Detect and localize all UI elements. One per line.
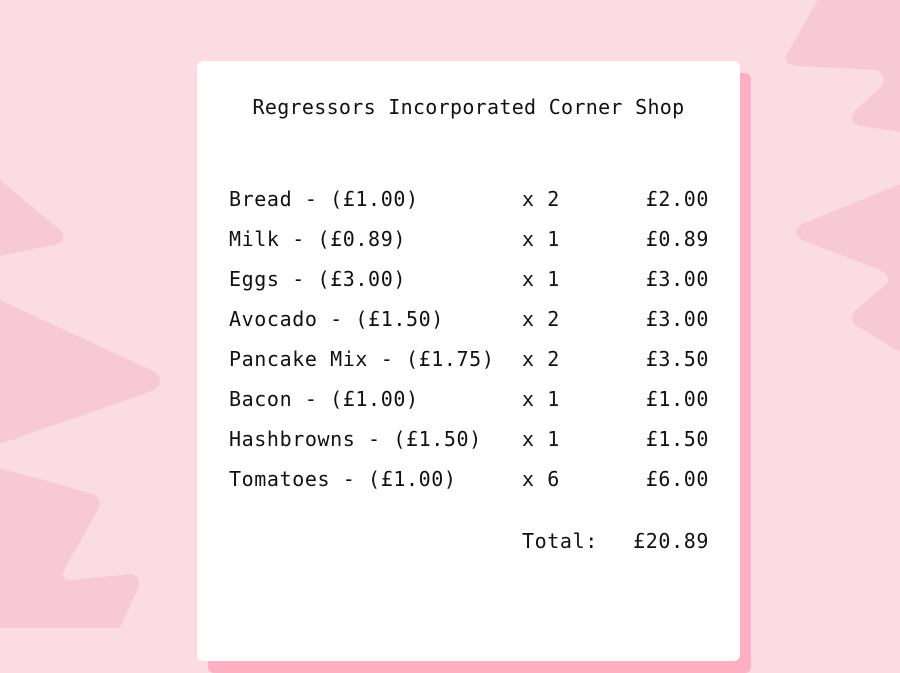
total-value: £20.89 (633, 529, 709, 553)
item-row: Milk - (£0.89) x 1 £0.89 (229, 227, 709, 267)
bg-shape-left-middle (0, 300, 161, 444)
item-quantity: x 1 (522, 427, 560, 451)
item-name: Hashbrowns - (£1.50) (229, 427, 482, 451)
item-name: Avocado - (£1.50) (229, 307, 444, 331)
item-quantity: x 6 (522, 467, 560, 491)
item-list: Bread - (£1.00) x 2 £2.00 Milk - (£0.89)… (229, 187, 709, 507)
item-line-total: £6.00 (645, 467, 709, 491)
total-label: Total: (522, 529, 598, 553)
item-quantity: x 1 (522, 267, 560, 291)
item-line-total: £2.00 (645, 187, 709, 211)
item-quantity: x 2 (522, 347, 560, 371)
item-name: Tomatoes - (£1.00) (229, 467, 457, 491)
item-line-total: £1.50 (645, 427, 709, 451)
total-row: Total: £20.89 (522, 529, 709, 625)
item-line-total: £1.00 (645, 387, 709, 411)
bg-shape-left-bottom (0, 468, 139, 628)
bg-shape-left-top (0, 180, 64, 256)
item-name: Bacon - (£1.00) (229, 387, 419, 411)
item-line-total: £3.50 (645, 347, 709, 371)
item-row: Bread - (£1.00) x 2 £2.00 (229, 187, 709, 227)
item-name: Milk - (£0.89) (229, 227, 406, 251)
item-row: Avocado - (£1.50) x 2 £3.00 (229, 307, 709, 347)
shop-title: Regressors Incorporated Corner Shop (252, 95, 685, 119)
item-row: Eggs - (£3.00) x 1 £3.00 (229, 267, 709, 307)
item-row: Bacon - (£1.00) x 1 £1.00 (229, 387, 709, 427)
item-row: Tomatoes - (£1.00) x 6 £6.00 (229, 467, 709, 507)
item-line-total: £0.89 (645, 227, 709, 251)
item-line-total: £3.00 (645, 267, 709, 291)
item-quantity: x 1 (522, 387, 560, 411)
item-quantity: x 2 (522, 307, 560, 331)
item-name: Pancake Mix - (£1.75) (229, 347, 495, 371)
item-name: Bread - (£1.00) (229, 187, 419, 211)
bg-shape-right-top (785, 0, 900, 132)
item-name: Eggs - (£3.00) (229, 267, 406, 291)
item-row: Pancake Mix - (£1.75) x 2 £3.50 (229, 347, 709, 387)
receipt: Regressors Incorporated Corner Shop Brea… (197, 61, 740, 661)
item-quantity: x 1 (522, 227, 560, 251)
bg-shape-right-middle (796, 184, 900, 352)
item-quantity: x 2 (522, 187, 560, 211)
item-row: Hashbrowns - (£1.50) x 1 £1.50 (229, 427, 709, 467)
item-line-total: £3.00 (645, 307, 709, 331)
